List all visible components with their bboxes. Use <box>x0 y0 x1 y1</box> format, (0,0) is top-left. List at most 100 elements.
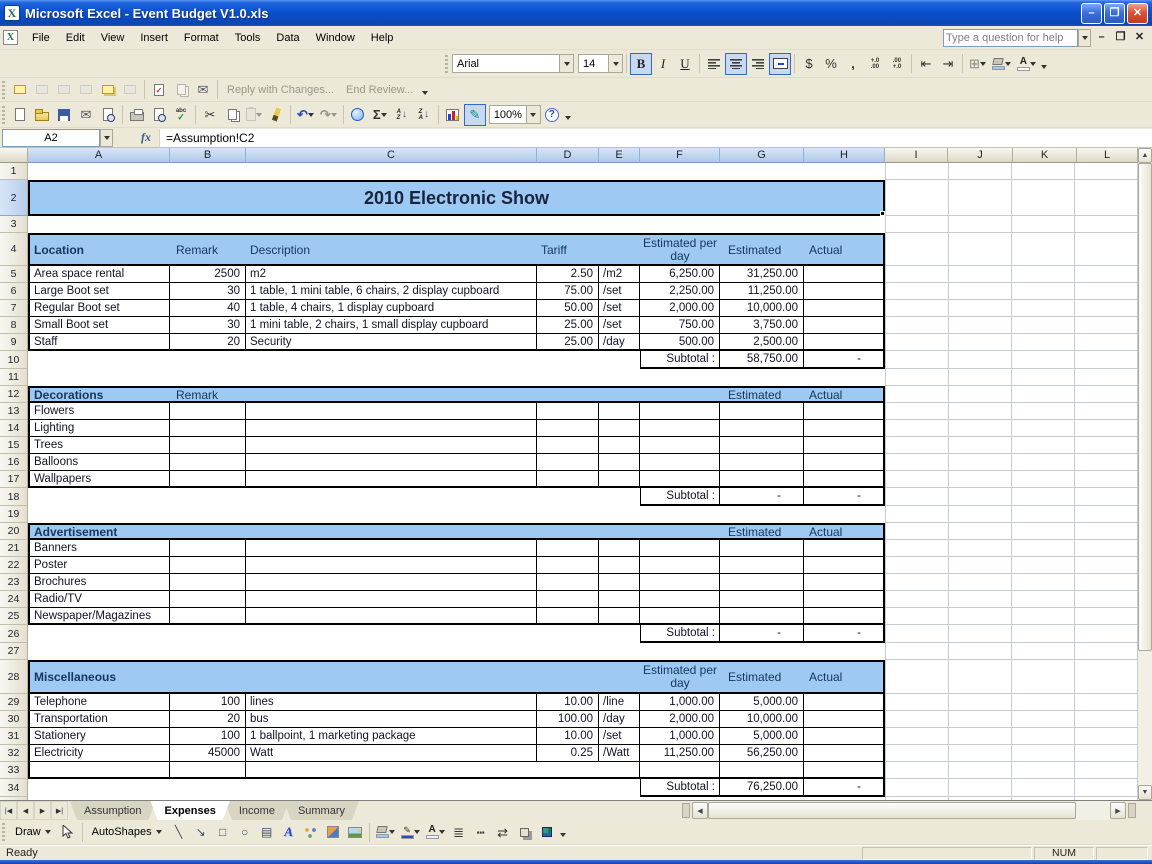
autoshapes-menu-button[interactable]: AutoShapes <box>86 824 168 840</box>
cell-tariff[interactable]: 25.00 <box>537 334 599 351</box>
redo-button[interactable]: ↷ <box>317 104 340 126</box>
row-header[interactable]: 3 <box>0 216 28 233</box>
sort-descending-button[interactable]: ZA↓ <box>413 104 435 126</box>
cell-per-day[interactable]: 2,250.00 <box>640 283 720 300</box>
currency-button[interactable]: $ <box>798 53 820 75</box>
arrow-button[interactable]: ↘ <box>190 821 212 843</box>
row-header[interactable]: 17 <box>0 471 28 488</box>
3d-style-button[interactable] <box>536 821 558 843</box>
cell-item[interactable]: Banners <box>28 540 170 557</box>
cell-range[interactable] <box>885 163 1138 180</box>
cell-remark[interactable] <box>170 454 246 471</box>
cell-description[interactable]: m2 <box>246 266 537 283</box>
cell-range[interactable] <box>885 625 1138 643</box>
cell-item[interactable]: Newspaper/Magazines <box>28 608 170 625</box>
italic-button[interactable]: I <box>652 53 674 75</box>
row-header[interactable]: 21 <box>0 540 28 557</box>
cell-per-day[interactable] <box>640 762 720 779</box>
row-header[interactable]: 23 <box>0 574 28 591</box>
cell-description[interactable]: Watt <box>246 745 537 762</box>
undo-dropdown-icon[interactable] <box>308 113 314 120</box>
cell-tariff[interactable]: 0.25 <box>537 745 599 762</box>
shadow-style-button[interactable] <box>514 821 536 843</box>
cell-range[interactable] <box>885 643 1138 660</box>
cell-range[interactable] <box>28 488 640 506</box>
cell-description[interactable] <box>246 608 537 625</box>
cell-actual[interactable] <box>804 283 885 300</box>
cell-unit[interactable] <box>599 437 640 454</box>
cell-per-day[interactable]: 750.00 <box>640 317 720 334</box>
font-size-combo[interactable]: 14 <box>578 54 623 73</box>
cell-range[interactable] <box>885 591 1138 608</box>
text-box-button[interactable]: ▤ <box>256 821 278 843</box>
dash-style-button[interactable]: ┅ <box>470 821 492 843</box>
underline-button[interactable]: U <box>674 53 696 75</box>
column-header-e[interactable]: E <box>599 148 640 163</box>
cell-unit[interactable]: /day <box>599 334 640 351</box>
line-color-dropdown-icon[interactable] <box>414 830 420 837</box>
cell-unit[interactable]: /set <box>599 300 640 317</box>
row-header[interactable]: 24 <box>0 591 28 608</box>
cell-unit[interactable]: /set <box>599 283 640 300</box>
cell-tariff[interactable] <box>537 557 599 574</box>
cell-tariff[interactable]: 25.00 <box>537 317 599 334</box>
cell-description[interactable] <box>246 574 537 591</box>
cell-per-day[interactable]: 11,250.00 <box>640 745 720 762</box>
cell-item[interactable]: Regular Boot set <box>28 300 170 317</box>
fill-color-button[interactable] <box>989 53 1014 75</box>
cell-estimated[interactable] <box>720 540 804 557</box>
cell-unit[interactable] <box>599 557 640 574</box>
cell-per-day[interactable] <box>640 591 720 608</box>
cell-remark[interactable] <box>170 591 246 608</box>
workbook-restore-button[interactable]: ❐ <box>1112 29 1129 46</box>
menu-help[interactable]: Help <box>363 28 402 48</box>
font-color-dropdown-icon[interactable] <box>1030 62 1036 69</box>
row-header[interactable]: 32 <box>0 745 28 762</box>
row-header[interactable]: 6 <box>0 283 28 300</box>
update-file-button[interactable]: ✓ <box>148 79 170 101</box>
cell-estimated[interactable]: 2,500.00 <box>720 334 804 351</box>
merge-center-button[interactable] <box>769 53 791 75</box>
cell-description[interactable] <box>246 437 537 454</box>
print-button[interactable] <box>126 104 148 126</box>
cell-actual[interactable] <box>804 557 885 574</box>
cell-item[interactable]: Trees <box>28 437 170 454</box>
autosum-dropdown-icon[interactable] <box>381 113 387 120</box>
delete-comment-button[interactable] <box>119 79 141 101</box>
row-header[interactable]: 20 <box>0 523 28 540</box>
tab-expenses[interactable]: Expenses <box>150 801 229 820</box>
tab-assumption[interactable]: Assumption <box>70 801 155 820</box>
cell-unit[interactable] <box>599 591 640 608</box>
cell-actual[interactable] <box>804 317 885 334</box>
cell-item[interactable]: Radio/TV <box>28 591 170 608</box>
cell-description[interactable] <box>246 557 537 574</box>
cell-unit[interactable]: /line <box>599 694 640 711</box>
cell-description[interactable]: Security <box>246 334 537 351</box>
subtotal-actual[interactable]: - <box>804 351 885 369</box>
row-header[interactable]: 33 <box>0 762 28 779</box>
cell-actual[interactable] <box>804 471 885 488</box>
fill-color-dropdown-icon[interactable] <box>1005 62 1011 69</box>
cell-unit[interactable] <box>599 454 640 471</box>
cell-tariff[interactable]: 50.00 <box>537 300 599 317</box>
cell-unit[interactable] <box>599 420 640 437</box>
row-header[interactable]: 18 <box>0 488 28 506</box>
show-comment-button[interactable] <box>75 79 97 101</box>
cell-per-day[interactable] <box>640 471 720 488</box>
cell-estimated[interactable] <box>720 574 804 591</box>
cell-remark[interactable] <box>170 471 246 488</box>
cell-per-day[interactable] <box>640 608 720 625</box>
cell-range[interactable] <box>885 779 1138 797</box>
subtotal-actual[interactable]: - <box>804 779 885 797</box>
horizontal-scroll-track[interactable] <box>1076 801 1110 820</box>
row-header[interactable]: 4 <box>0 233 28 266</box>
row-header[interactable]: 11 <box>0 369 28 386</box>
formula-input[interactable]: =Assumption!C2 <box>159 129 1152 147</box>
cell-actual[interactable] <box>804 728 885 745</box>
cell-actual[interactable] <box>804 300 885 317</box>
cell-remark[interactable]: 20 <box>170 711 246 728</box>
cell-tariff[interactable]: 100.00 <box>537 711 599 728</box>
diagram-button[interactable] <box>300 821 322 843</box>
cell-per-day[interactable]: 6,250.00 <box>640 266 720 283</box>
cell-range[interactable] <box>885 454 1138 471</box>
